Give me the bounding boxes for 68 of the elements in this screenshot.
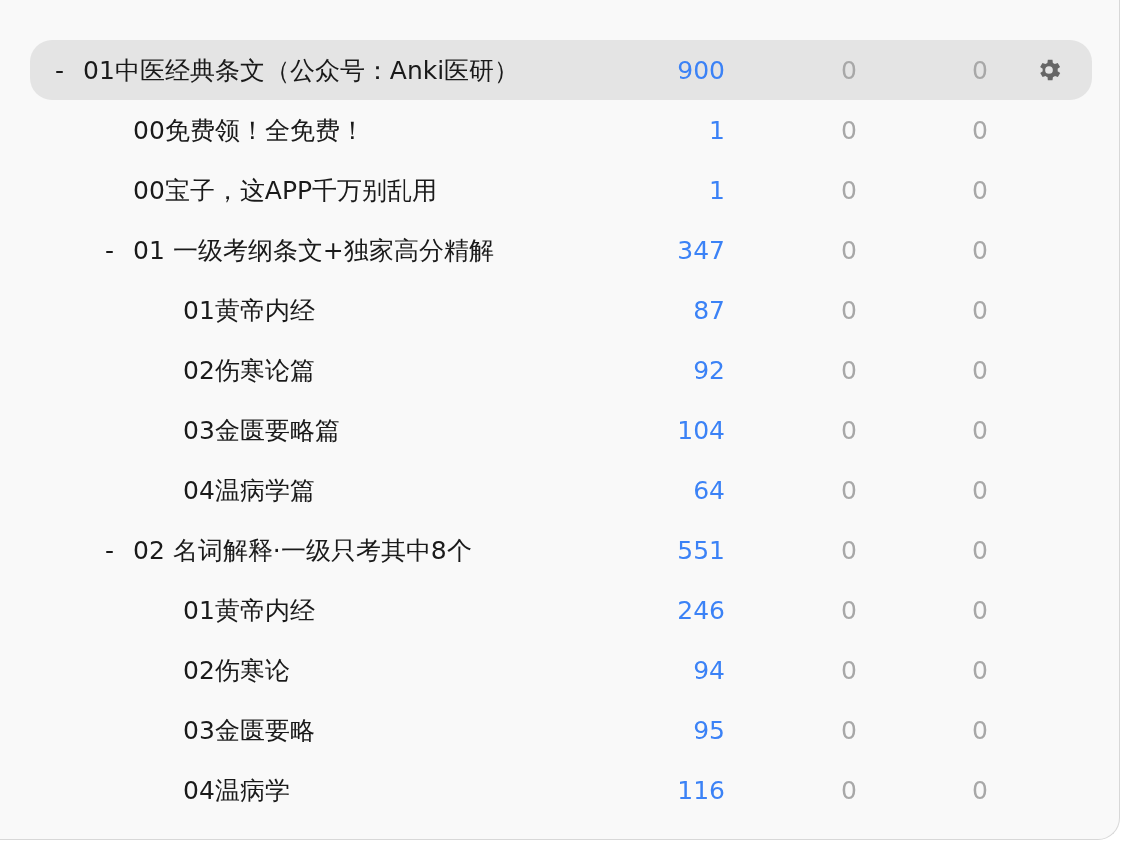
due-count: 0 xyxy=(971,715,988,745)
new-count: 95 xyxy=(692,715,725,745)
due-count: 0 xyxy=(971,235,988,265)
deck-row[interactable]: 00宝子，这APP千万别乱用 1 0 0 xyxy=(30,160,1092,220)
learn-count: 0 xyxy=(840,355,857,385)
deck-row[interactable]: 00免费领！全免费！ 1 0 0 xyxy=(30,100,1092,160)
due-count: 0 xyxy=(971,175,988,205)
deck-name[interactable]: 03金匮要略 xyxy=(183,713,315,747)
deck-name[interactable]: 02伤寒论篇 xyxy=(183,353,315,387)
deck-name[interactable]: 02伤寒论 xyxy=(183,653,290,687)
collapse-toggle[interactable]: - xyxy=(55,55,83,85)
deck-row[interactable]: 02伤寒论 94 0 0 xyxy=(30,640,1092,700)
deck-row[interactable]: 03金匮要略 95 0 0 xyxy=(30,700,1092,760)
due-count: 0 xyxy=(971,655,988,685)
deck-row[interactable]: 01黄帝内经 87 0 0 xyxy=(30,280,1092,340)
learn-count: 0 xyxy=(840,715,857,745)
new-count: 347 xyxy=(676,235,725,265)
due-count: 0 xyxy=(971,55,988,85)
new-count: 116 xyxy=(676,775,725,805)
learn-count: 0 xyxy=(840,415,857,445)
deck-name[interactable]: 01黄帝内经 xyxy=(183,593,315,627)
learn-count: 0 xyxy=(840,55,857,85)
deck-name[interactable]: 01 一级考纲条文+独家高分精解 xyxy=(133,233,494,267)
deck-name[interactable]: 04温病学篇 xyxy=(183,473,315,507)
due-count: 0 xyxy=(971,355,988,385)
learn-count: 0 xyxy=(840,595,857,625)
due-count: 0 xyxy=(971,415,988,445)
due-count: 0 xyxy=(971,475,988,505)
deck-row[interactable]: 04温病学 116 0 0 xyxy=(30,760,1092,820)
new-count: 87 xyxy=(692,295,725,325)
learn-count: 0 xyxy=(840,175,857,205)
learn-count: 0 xyxy=(840,775,857,805)
deck-row[interactable]: 03金匮要略篇 104 0 0 xyxy=(30,400,1092,460)
deck-name[interactable]: 01中医经典条文（公众号：Anki医研） xyxy=(83,53,520,87)
deck-row[interactable]: - 01中医经典条文（公众号：Anki医研） 900 0 0 xyxy=(30,40,1092,100)
learn-count: 0 xyxy=(840,535,857,565)
learn-count: 0 xyxy=(840,475,857,505)
deck-row[interactable]: 01黄帝内经 246 0 0 xyxy=(30,580,1092,640)
collapse-toggle[interactable]: - xyxy=(105,235,133,265)
learn-count: 0 xyxy=(840,295,857,325)
deck-row[interactable]: - 01 一级考纲条文+独家高分精解 347 0 0 xyxy=(30,220,1092,280)
new-count: 1 xyxy=(708,115,725,145)
new-count: 551 xyxy=(676,535,725,565)
due-count: 0 xyxy=(971,775,988,805)
deck-row[interactable]: 02伤寒论篇 92 0 0 xyxy=(30,340,1092,400)
deck-name[interactable]: 02 名词解释·一级只考其中8个 xyxy=(133,533,472,567)
deck-name[interactable]: 04温病学 xyxy=(183,773,290,807)
due-count: 0 xyxy=(971,115,988,145)
new-count: 900 xyxy=(676,55,725,85)
due-count: 0 xyxy=(971,595,988,625)
deck-name[interactable]: 03金匮要略篇 xyxy=(183,413,340,447)
due-count: 0 xyxy=(971,295,988,325)
new-count: 92 xyxy=(692,355,725,385)
new-count: 104 xyxy=(676,415,725,445)
new-count: 94 xyxy=(692,655,725,685)
deck-row[interactable]: - 02 名词解释·一级只考其中8个 551 0 0 xyxy=(30,520,1092,580)
deck-name[interactable]: 00宝子，这APP千万别乱用 xyxy=(133,173,438,207)
new-count: 246 xyxy=(676,595,725,625)
deck-name[interactable]: 00免费领！全免费！ xyxy=(133,113,365,147)
learn-count: 0 xyxy=(840,115,857,145)
learn-count: 0 xyxy=(840,655,857,685)
learn-count: 0 xyxy=(840,235,857,265)
collapse-toggle[interactable]: - xyxy=(105,535,133,565)
new-count: 64 xyxy=(692,475,725,505)
deck-row[interactable]: 04温病学篇 64 0 0 xyxy=(30,460,1092,520)
due-count: 0 xyxy=(971,535,988,565)
deck-name[interactable]: 01黄帝内经 xyxy=(183,293,315,327)
new-count: 1 xyxy=(708,175,725,205)
